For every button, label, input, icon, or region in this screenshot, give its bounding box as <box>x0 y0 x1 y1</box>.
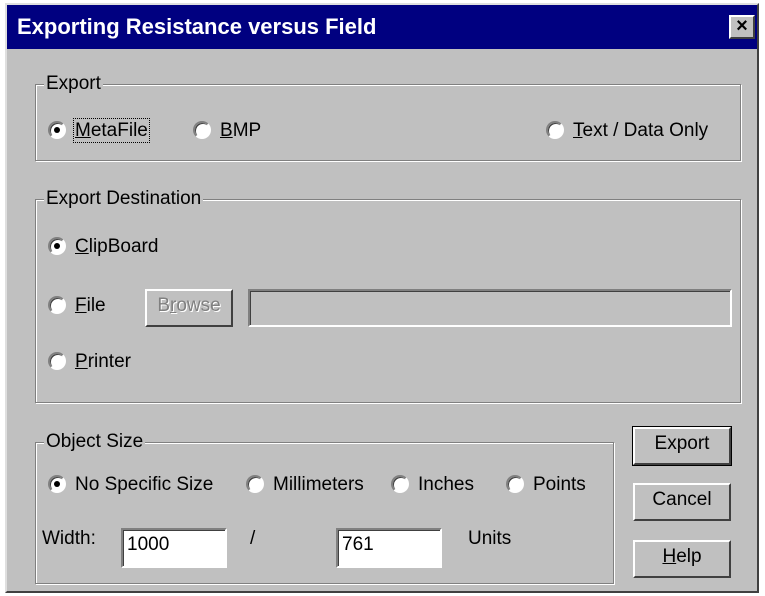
radio-bmp[interactable]: BMP <box>193 119 261 143</box>
radio-clipboard-label: ClipBoard <box>75 236 159 257</box>
radio-millimeters-label: Millimeters <box>273 474 364 495</box>
radio-printer-label: Printer <box>75 351 131 372</box>
radio-file[interactable]: File <box>48 294 106 318</box>
radio-no-specific-size-label: No Specific Size <box>75 474 214 495</box>
radio-text-data-only-label: Text / Data Only <box>573 120 709 141</box>
radio-no-specific-size-indicator <box>48 475 66 493</box>
radio-printer[interactable]: Printer <box>48 350 131 374</box>
cancel-button[interactable]: Cancel <box>633 483 731 521</box>
export-group: Export MetaFile BMP Text / Data Only <box>35 72 741 161</box>
radio-clipboard[interactable]: ClipBoard <box>48 235 158 259</box>
width-input[interactable]: 1000 <box>121 528 227 568</box>
file-path-input[interactable] <box>248 289 732 327</box>
radio-inches[interactable]: Inches <box>391 473 474 497</box>
radio-points[interactable]: Points <box>506 473 586 497</box>
radio-metafile-indicator <box>48 121 66 139</box>
close-icon: × <box>736 15 748 37</box>
radio-metafile-label: MetaFile <box>73 118 150 143</box>
width-label: Width: <box>42 528 96 549</box>
radio-inches-label: Inches <box>418 474 474 495</box>
radio-metafile[interactable]: MetaFile <box>48 118 150 143</box>
export-button[interactable]: Export <box>632 426 732 466</box>
radio-millimeters[interactable]: Millimeters <box>246 473 364 497</box>
object-size-legend: Object Size <box>44 430 146 454</box>
radio-millimeters-indicator <box>246 475 264 493</box>
object-size-group: Object Size No Specific Size Millimeters… <box>35 430 614 584</box>
close-button[interactable]: × <box>729 15 755 39</box>
export-group-legend: Export <box>44 72 103 96</box>
radio-no-specific-size[interactable]: No Specific Size <box>48 473 246 497</box>
radio-text-data-only[interactable]: Text / Data Only <box>546 119 708 143</box>
radio-text-data-only-indicator <box>546 121 564 139</box>
radio-points-indicator <box>506 475 524 493</box>
help-button[interactable]: Help <box>633 540 731 578</box>
units-label: Units <box>468 528 512 549</box>
radio-clipboard-indicator <box>48 237 66 255</box>
radio-bmp-label: BMP <box>220 120 262 141</box>
radio-file-label: File <box>75 295 106 316</box>
radio-points-label: Points <box>533 474 586 495</box>
window-title: Exporting Resistance versus Field <box>17 14 377 39</box>
radio-printer-indicator <box>48 352 66 370</box>
export-dialog: Exporting Resistance versus Field × Expo… <box>5 3 759 593</box>
radio-file-indicator <box>48 296 66 314</box>
height-input[interactable]: 761 <box>336 528 442 568</box>
dimension-separator: / <box>250 528 256 549</box>
title-bar[interactable]: Exporting Resistance versus Field × <box>7 5 757 49</box>
export-destination-legend: Export Destination <box>44 187 204 211</box>
export-destination-group: Export Destination ClipBoard File Browse… <box>35 187 741 403</box>
browse-button[interactable]: Browse <box>145 289 233 327</box>
radio-inches-indicator <box>391 475 409 493</box>
radio-bmp-indicator <box>193 121 211 139</box>
